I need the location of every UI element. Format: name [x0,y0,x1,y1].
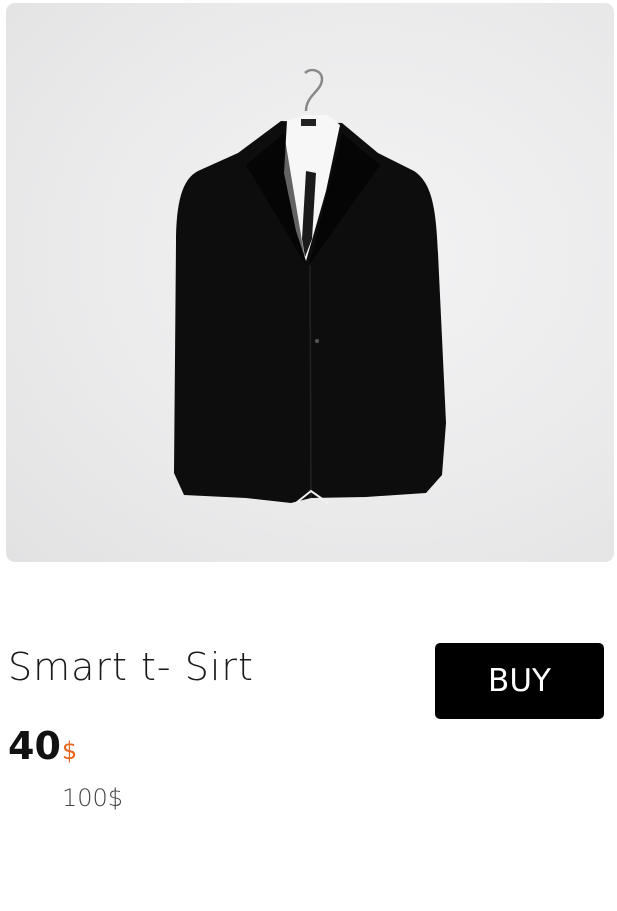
original-price: 100$ [62,784,124,812]
product-price: 40$ [8,724,77,768]
hanger-hook [304,68,324,112]
price-amount: 40 [8,724,61,768]
product-image[interactable] [6,3,614,562]
price-currency: $ [61,737,78,765]
jacket-illustration [174,68,446,504]
product-title: Smart t- Sirt [8,645,254,689]
product-card: Smart t- Sirt BUY 40$ 100$ [0,0,617,911]
buy-button[interactable]: BUY [435,643,604,719]
